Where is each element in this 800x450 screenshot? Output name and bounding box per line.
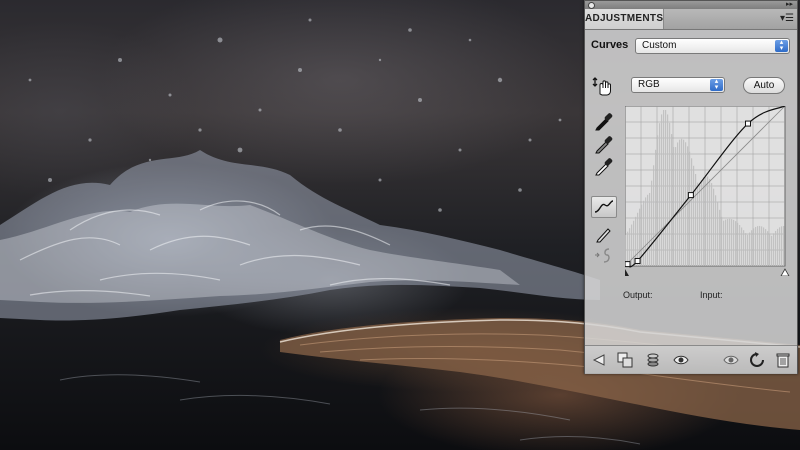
black-input-slider[interactable] — [621, 269, 629, 276]
preset-value: Custom — [642, 40, 677, 51]
close-icon[interactable] — [588, 2, 595, 9]
panel-tab-bar: ADJUSTMENTS ▾☰ — [585, 9, 797, 30]
previous-state-icon[interactable] — [723, 352, 739, 368]
panel-title-bar[interactable]: ▸▸ — [585, 1, 797, 9]
curve-graph-svg[interactable] — [621, 105, 791, 277]
tab-adjustments[interactable]: ADJUSTMENTS — [585, 9, 664, 29]
on-image-adjust-icon[interactable] — [592, 76, 614, 96]
input-label: Input: — [700, 290, 723, 300]
reset-icon[interactable] — [749, 352, 765, 368]
curves-title: Curves — [591, 39, 629, 51]
output-value[interactable] — [665, 290, 689, 301]
curve-control-point[interactable] — [624, 261, 631, 268]
back-arrow-icon[interactable] — [591, 352, 607, 368]
auto-button[interactable]: Auto — [743, 77, 785, 94]
curve-graph[interactable] — [621, 105, 791, 277]
curve-control-point[interactable] — [744, 120, 751, 127]
expand-view-icon[interactable] — [617, 352, 633, 368]
output-label: Output: — [623, 290, 653, 300]
point-curve-icon[interactable] — [591, 196, 617, 218]
panel-bottom-toolbar — [585, 345, 797, 374]
panel-menu-icon[interactable]: ▾☰ — [780, 12, 794, 26]
preset-dropdown[interactable]: Custom ▴ ▾ — [635, 38, 790, 54]
trash-icon[interactable] — [775, 352, 791, 368]
curve-control-point[interactable] — [687, 192, 694, 199]
channel-dropdown[interactable]: RGB ▴ ▾ — [631, 77, 725, 93]
visibility-eye-icon[interactable] — [673, 352, 689, 368]
white-point-eyedropper-icon[interactable] — [593, 156, 615, 176]
channel-value: RGB — [638, 79, 660, 90]
adjustments-panel: ▸▸ ADJUSTMENTS ▾☰ Curves Custom ▴ ▾ RGB ▴… — [584, 0, 798, 374]
black-point-eyedropper-icon[interactable] — [593, 111, 615, 131]
gray-point-eyedropper-icon[interactable] — [593, 134, 615, 154]
chevron-updown-icon: ▴ ▾ — [710, 78, 723, 91]
curve-control-point[interactable] — [634, 257, 641, 264]
white-input-slider[interactable] — [780, 268, 790, 277]
clip-layer-icon[interactable] — [645, 352, 661, 368]
smooth-curve-icon[interactable] — [593, 245, 615, 265]
input-value[interactable] — [729, 290, 753, 301]
collapse-icon[interactable]: ▸▸ — [786, 1, 793, 9]
chevron-updown-icon: ▴ ▾ — [775, 39, 788, 52]
pencil-draw-icon[interactable] — [593, 223, 615, 243]
